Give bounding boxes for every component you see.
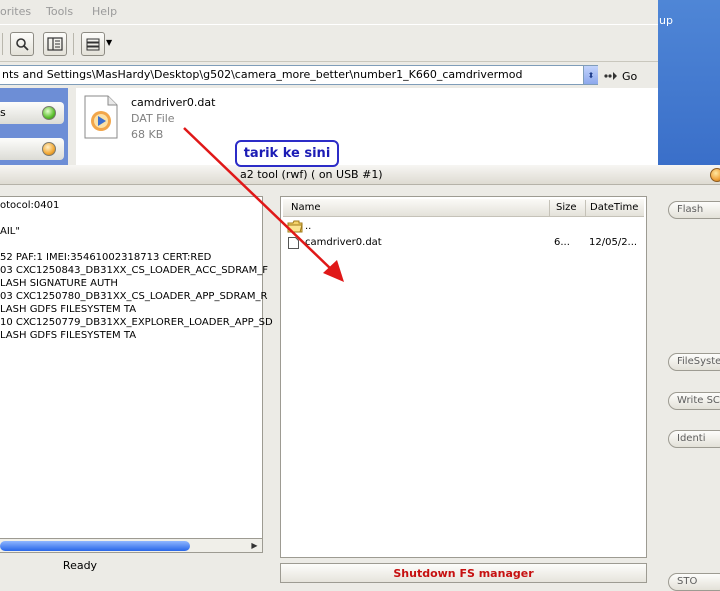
address-bar: nts and Settings\MasHardy\Desktop\g502\c… <box>0 62 658 88</box>
go-label: Go <box>622 69 638 83</box>
search-button[interactable] <box>10 32 34 56</box>
filesystem-button[interactable]: FileSystem <box>668 353 720 371</box>
filesystem-list: Name Size DateTime .. camdriver0.dat 6..… <box>280 196 647 558</box>
list-header: Name Size DateTime <box>283 199 644 217</box>
list-item-name: .. <box>305 221 312 232</box>
go-arrow-icon <box>604 72 617 80</box>
toolbar-separator <box>2 33 3 55</box>
annotation-callout: tarik ke sini <box>235 140 339 167</box>
menu-bar: orites Tools Help <box>0 0 658 24</box>
column-header-size[interactable]: Size <box>556 202 577 213</box>
desktop-label: up <box>659 14 673 27</box>
menu-tools[interactable]: Tools <box>46 5 73 18</box>
file-size: 68 KB <box>131 128 164 141</box>
folders-icon <box>47 37 63 51</box>
chevron-updown-icon: ⬍ <box>587 70 595 80</box>
column-header-datetime[interactable]: DateTime <box>590 202 638 213</box>
menu-favorites[interactable]: orites <box>0 5 31 18</box>
identify-button[interactable]: Identi <box>668 430 720 448</box>
list-item[interactable]: camdriver0.dat 6... 12/05/2... <box>283 235 644 251</box>
list-item-name: camdriver0.dat <box>305 237 382 248</box>
task-pane: s <box>0 88 68 165</box>
log-line: 52 PAF:1 IMEI:35461002318713 CERT:RED <box>0 252 212 263</box>
task-pane-section[interactable] <box>0 138 64 160</box>
column-header-name[interactable]: Name <box>291 202 321 213</box>
dat-file-icon[interactable] <box>84 95 118 139</box>
expand-orange-icon[interactable] <box>42 142 56 156</box>
action-buttons-column: Flash FileSystem Write SC Identi STO <box>656 185 720 591</box>
address-dropdown-button[interactable]: ⬍ <box>583 66 598 84</box>
scrollbar-thumb[interactable] <box>0 541 190 551</box>
log-line: LASH SIGNATURE AUTH <box>0 278 118 289</box>
a2-tool-window: a2 tool (rwf) ( on USB #1) otocol:0401 A… <box>0 165 720 591</box>
file-icon <box>288 237 299 252</box>
views-icon <box>86 38 100 51</box>
shutdown-fs-manager-button[interactable]: Shutdown FS manager <box>280 563 647 583</box>
log-line: LASH GDFS FILESYSTEM TA <box>0 330 137 341</box>
log-line: AIL" <box>0 226 20 237</box>
status-text: Ready <box>62 559 98 572</box>
column-divider[interactable] <box>549 200 550 216</box>
file-name[interactable]: camdriver0.dat <box>131 96 215 109</box>
list-item-size: 6... <box>554 237 570 248</box>
log-horizontal-scrollbar[interactable]: ▶ <box>0 538 263 553</box>
window-control-icon[interactable] <box>710 168 720 182</box>
log-panel: otocol:0401 AIL" 52 PAF:1 IMEI:354610023… <box>0 196 273 541</box>
toolbar-separator <box>73 33 74 55</box>
log-line: 03 CXC1250843_DB31XX_CS_LOADER_ACC_SDRAM… <box>0 265 269 276</box>
chevron-down-icon[interactable]: ▼ <box>106 38 112 47</box>
task-pane-section[interactable]: s <box>0 102 64 124</box>
column-divider[interactable] <box>585 200 586 216</box>
log-line: 03 CXC1250780_DB31XX_CS_LOADER_APP_SDRAM… <box>0 291 268 302</box>
a2-titlebar: a2 tool (rwf) ( on USB #1) <box>0 165 720 185</box>
expand-green-icon[interactable] <box>42 106 56 120</box>
flash-button[interactable]: Flash <box>668 201 720 219</box>
write-sc-button[interactable]: Write SC <box>668 392 720 410</box>
task-pane-section-label: s <box>0 106 6 119</box>
address-input[interactable]: nts and Settings\MasHardy\Desktop\g502\c… <box>0 65 598 85</box>
log-line: otocol:0401 <box>0 200 60 211</box>
folders-button[interactable] <box>43 32 67 56</box>
log-line: 10 CXC1250779_DB31XX_EXPLORER_LOADER_APP… <box>0 317 273 328</box>
list-item-date: 12/05/2... <box>589 237 638 248</box>
folder-icon <box>287 220 303 236</box>
file-type: DAT File <box>131 112 175 125</box>
go-button[interactable]: Go <box>604 68 637 84</box>
log-line: LASH GDFS FILESYSTEM TA <box>0 304 137 315</box>
menu-help[interactable]: Help <box>92 5 117 18</box>
list-item[interactable]: .. <box>283 219 644 235</box>
toolbar: ▼ <box>0 24 658 62</box>
scroll-right-icon[interactable]: ▶ <box>249 540 260 551</box>
file-view: camdriver0.dat DAT File 68 KB <box>76 88 658 165</box>
window-title: a2 tool (rwf) ( on USB #1) <box>240 168 383 181</box>
stop-button[interactable]: STO <box>668 573 720 591</box>
views-button[interactable] <box>81 32 105 56</box>
search-icon <box>16 38 29 51</box>
